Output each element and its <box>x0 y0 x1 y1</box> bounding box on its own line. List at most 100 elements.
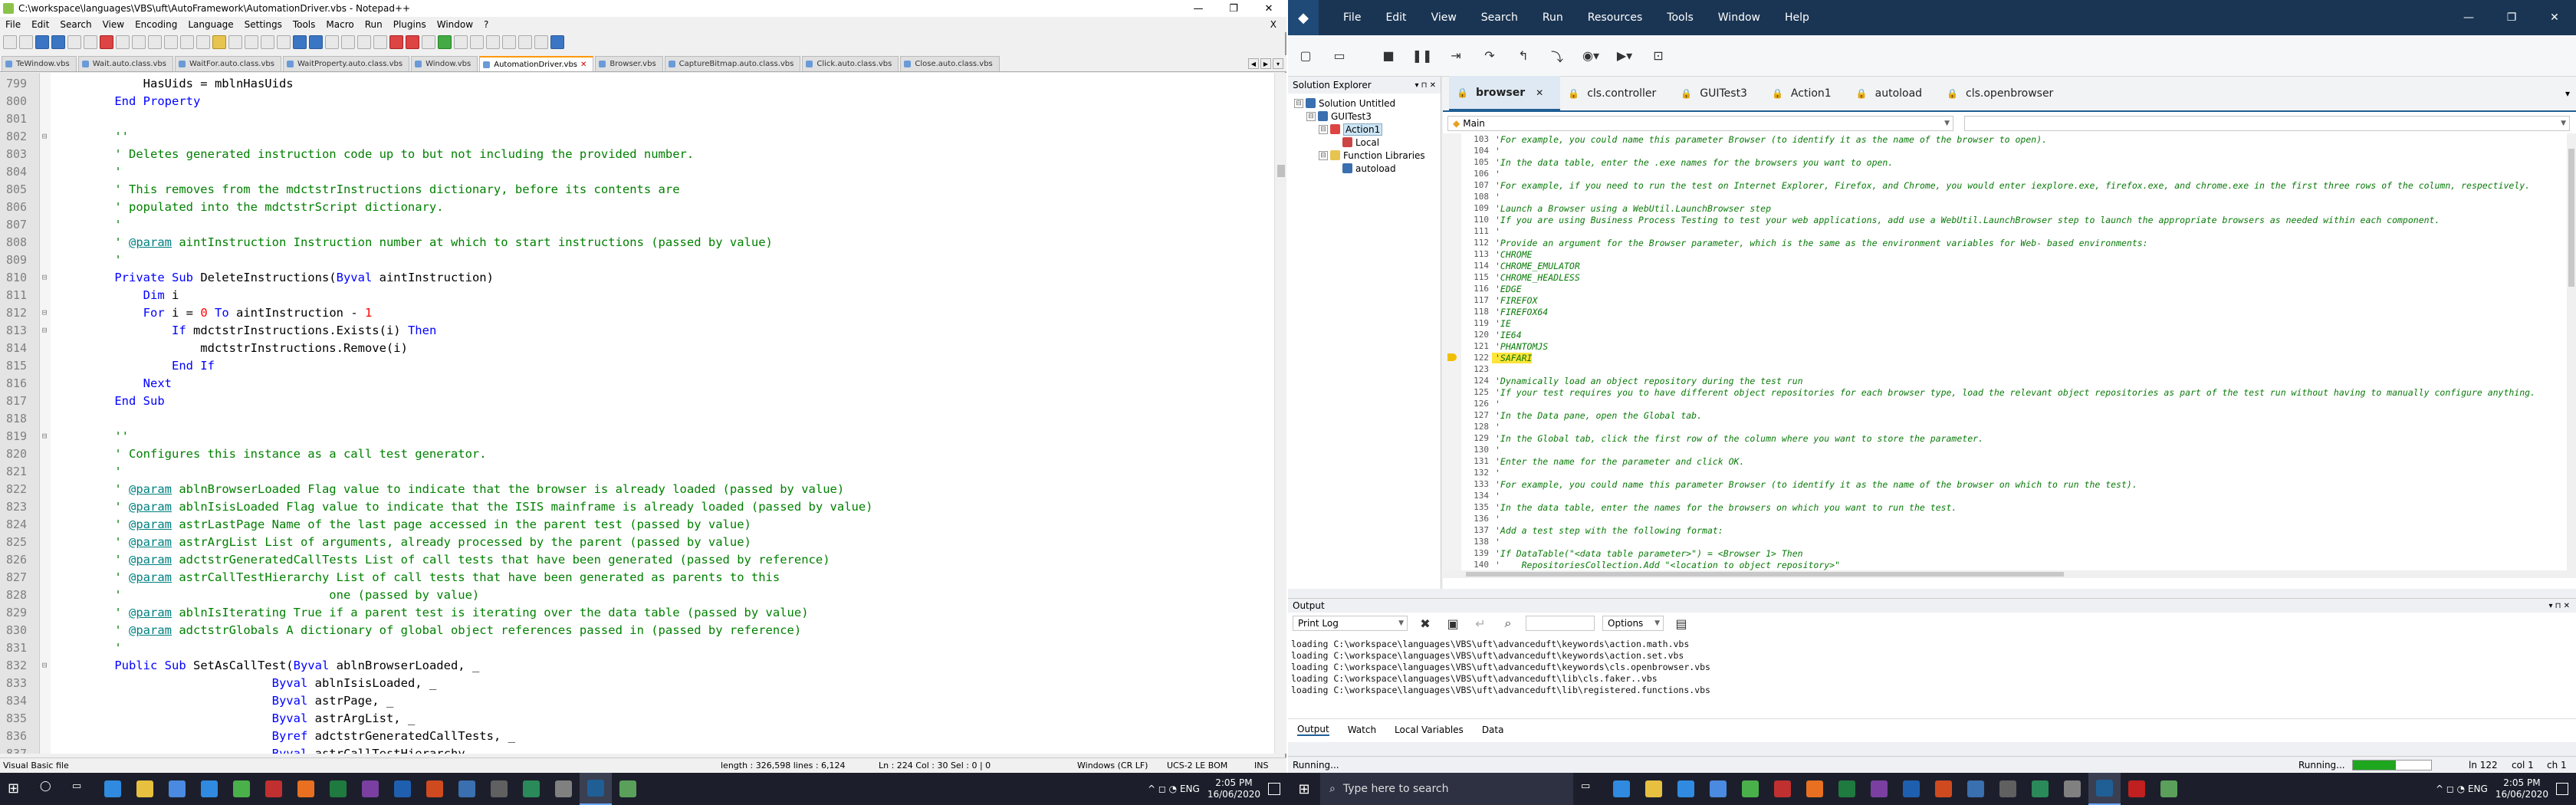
code-editor[interactable]: 799 HasUids = mblnHasUids 800 End Propert… <box>0 73 1274 754</box>
toolbar-button-icon[interactable] <box>3 35 17 49</box>
close-button[interactable]: ✕ <box>1251 0 1286 17</box>
app-red-icon[interactable] <box>1766 773 1799 805</box>
toolbar-button-icon[interactable] <box>502 35 516 49</box>
step-into-icon[interactable]: ⇥ <box>1446 48 1466 64</box>
panel-pin-controls[interactable]: ▾ ⊓ ✕ <box>2548 602 2570 610</box>
toolbar-button-icon[interactable] <box>389 35 403 49</box>
excel-icon[interactable] <box>1831 773 1863 805</box>
toolbar-button-icon[interactable] <box>406 35 419 49</box>
toolbar-button-icon[interactable] <box>180 35 194 49</box>
menu-view[interactable]: View <box>1431 12 1457 24</box>
maximize-button[interactable]: ❐ <box>1216 0 1251 17</box>
uft-icon[interactable] <box>2088 773 2121 805</box>
task-view-icon[interactable]: ▭ <box>64 773 97 805</box>
output-tab-local-variables[interactable]: Local Variables <box>1395 724 1464 735</box>
menu-edit[interactable]: Edit <box>26 19 54 30</box>
output-log[interactable]: loading C:\workspace\languages\VBS\uft\a… <box>1291 639 2564 700</box>
toolbar-button-icon[interactable] <box>164 35 178 49</box>
edge-icon[interactable] <box>97 773 129 805</box>
file-tab[interactable]: Close.auto.class.vbs <box>900 56 1000 71</box>
expand-toggle-icon[interactable]: ⊟ <box>1319 124 1328 134</box>
scrollbar-thumb[interactable] <box>1277 165 1285 177</box>
doc-tab-guitest3[interactable]: 🔒 GUITest3 <box>1673 76 1764 111</box>
start-icon[interactable]: ⊞ <box>0 773 32 805</box>
uft-horizontal-scrollbar[interactable] <box>1443 570 2576 578</box>
save-icon[interactable]: ▢ <box>1296 48 1316 64</box>
toolbar-button-icon[interactable] <box>148 35 162 49</box>
file-tab[interactable]: WaitFor.auto.class.vbs <box>174 56 281 71</box>
toolbar-button-icon[interactable] <box>19 35 33 49</box>
acrobat-icon[interactable] <box>2121 773 2153 805</box>
tab-arrow-icon[interactable]: ◀ <box>1248 58 1259 69</box>
app-blue-icon[interactable] <box>1960 773 1992 805</box>
file-tab[interactable]: WaitProperty.auto.class.vbs <box>282 56 410 71</box>
toolbar-button-icon[interactable] <box>357 35 371 49</box>
store-icon[interactable] <box>161 773 193 805</box>
tray-icons[interactable]: ^ ◻ ◔ ENG <box>1148 784 1200 794</box>
toolbar-button-icon[interactable] <box>35 35 49 49</box>
notepad-icon[interactable] <box>2153 773 2185 805</box>
record-icon[interactable]: ◉▾ <box>1581 48 1601 64</box>
clear-icon[interactable]: ✖ <box>1415 616 1435 631</box>
fold-marker-icon[interactable]: ⊟ <box>38 272 51 282</box>
maximize-button[interactable]: ❐ <box>2490 0 2533 35</box>
copy-icon[interactable]: ▣ <box>1443 616 1463 631</box>
fold-marker-icon[interactable]: ⊟ <box>38 325 51 335</box>
toolbar-button-icon[interactable] <box>550 35 564 49</box>
chrome-icon[interactable] <box>1734 773 1766 805</box>
uft-code-editor[interactable]: 103 'For example, you could name this par… <box>1443 133 2576 570</box>
scrollbar-thumb[interactable] <box>2568 149 2574 287</box>
toolbar-button-icon[interactable] <box>132 35 146 49</box>
minimize-button[interactable]: — <box>1181 0 1216 17</box>
doc-tab-action1[interactable]: 🔒 Action1 <box>1764 76 1848 111</box>
fold-marker-icon[interactable]: ⊟ <box>38 660 51 670</box>
menu-resources[interactable]: Resources <box>1588 12 1643 24</box>
uft-icon[interactable] <box>580 773 612 805</box>
doc-tab-cls-controller[interactable]: 🔒 cls.controller <box>1560 76 1673 111</box>
explorer-icon[interactable] <box>1638 773 1670 805</box>
scope-combo[interactable]: ◆ Main ▼ <box>1447 116 1953 131</box>
toolbar-button-icon[interactable] <box>373 35 387 49</box>
file-tab[interactable]: AutomationDriver.vbs ✕ <box>479 56 594 71</box>
menu-plugins[interactable]: Plugins <box>388 19 432 30</box>
close-button[interactable]: ✕ <box>2533 0 2576 35</box>
expand-toggle-icon[interactable]: ⊟ <box>1306 111 1316 121</box>
terminal-icon[interactable] <box>1992 773 2024 805</box>
firefox-icon[interactable] <box>290 773 322 805</box>
editor-vertical-scrollbar[interactable] <box>1274 73 1286 754</box>
search-icon[interactable]: ◯ <box>32 773 64 805</box>
explorer-icon[interactable] <box>129 773 161 805</box>
app-grey-icon[interactable] <box>2056 773 2088 805</box>
output-type-combo[interactable]: Print Log ▼ <box>1293 616 1408 631</box>
clock[interactable]: 2:05 PM 16/06/2020 <box>1208 777 1260 800</box>
toolbar-button-icon[interactable] <box>228 35 242 49</box>
menu-window[interactable]: Window <box>432 19 478 30</box>
output-tab-watch[interactable]: Watch <box>1348 724 1376 735</box>
file-tab[interactable]: TeWindow.vbs <box>2 56 77 71</box>
tree-item-solution-untitled[interactable]: ⊟ Solution Untitled <box>1288 97 1441 110</box>
search-icon[interactable]: ⌕ <box>1498 616 1518 631</box>
toolbar-button-icon[interactable] <box>341 35 355 49</box>
comment-icon[interactable]: ▭ <box>1329 48 1349 64</box>
tabs-overflow-icon[interactable]: ▾ <box>2565 88 2570 99</box>
tree-item-autoload[interactable]: autoload <box>1288 162 1441 175</box>
edge-icon[interactable] <box>1605 773 1638 805</box>
panel-pin-controls[interactable]: ▾ ⊓ ✕ <box>1414 81 1436 90</box>
output-tab-data[interactable]: Data <box>1482 724 1504 735</box>
file-tab[interactable]: Wait.auto.class.vbs <box>77 56 173 71</box>
pause-icon[interactable]: ❚❚ <box>1412 48 1433 64</box>
toolbar-button-icon[interactable] <box>309 35 323 49</box>
start-icon[interactable]: ⊞ <box>1288 773 1320 805</box>
toolbar-button-icon[interactable] <box>438 35 452 49</box>
file-tab[interactable]: Browser.vbs <box>595 56 663 71</box>
export-icon[interactable]: ▤ <box>1671 616 1691 631</box>
toolbar-button-icon[interactable] <box>325 35 339 49</box>
menu-file[interactable]: File <box>1343 12 1361 24</box>
notifications-icon[interactable] <box>1268 783 1280 795</box>
store-icon[interactable] <box>1702 773 1734 805</box>
outlook-icon[interactable] <box>1895 773 1927 805</box>
notifications-icon[interactable] <box>2556 783 2568 795</box>
toolbar-button-icon[interactable] <box>67 35 81 49</box>
step-out-icon[interactable]: ↰ <box>1513 48 1533 64</box>
app-green-icon[interactable] <box>515 773 547 805</box>
